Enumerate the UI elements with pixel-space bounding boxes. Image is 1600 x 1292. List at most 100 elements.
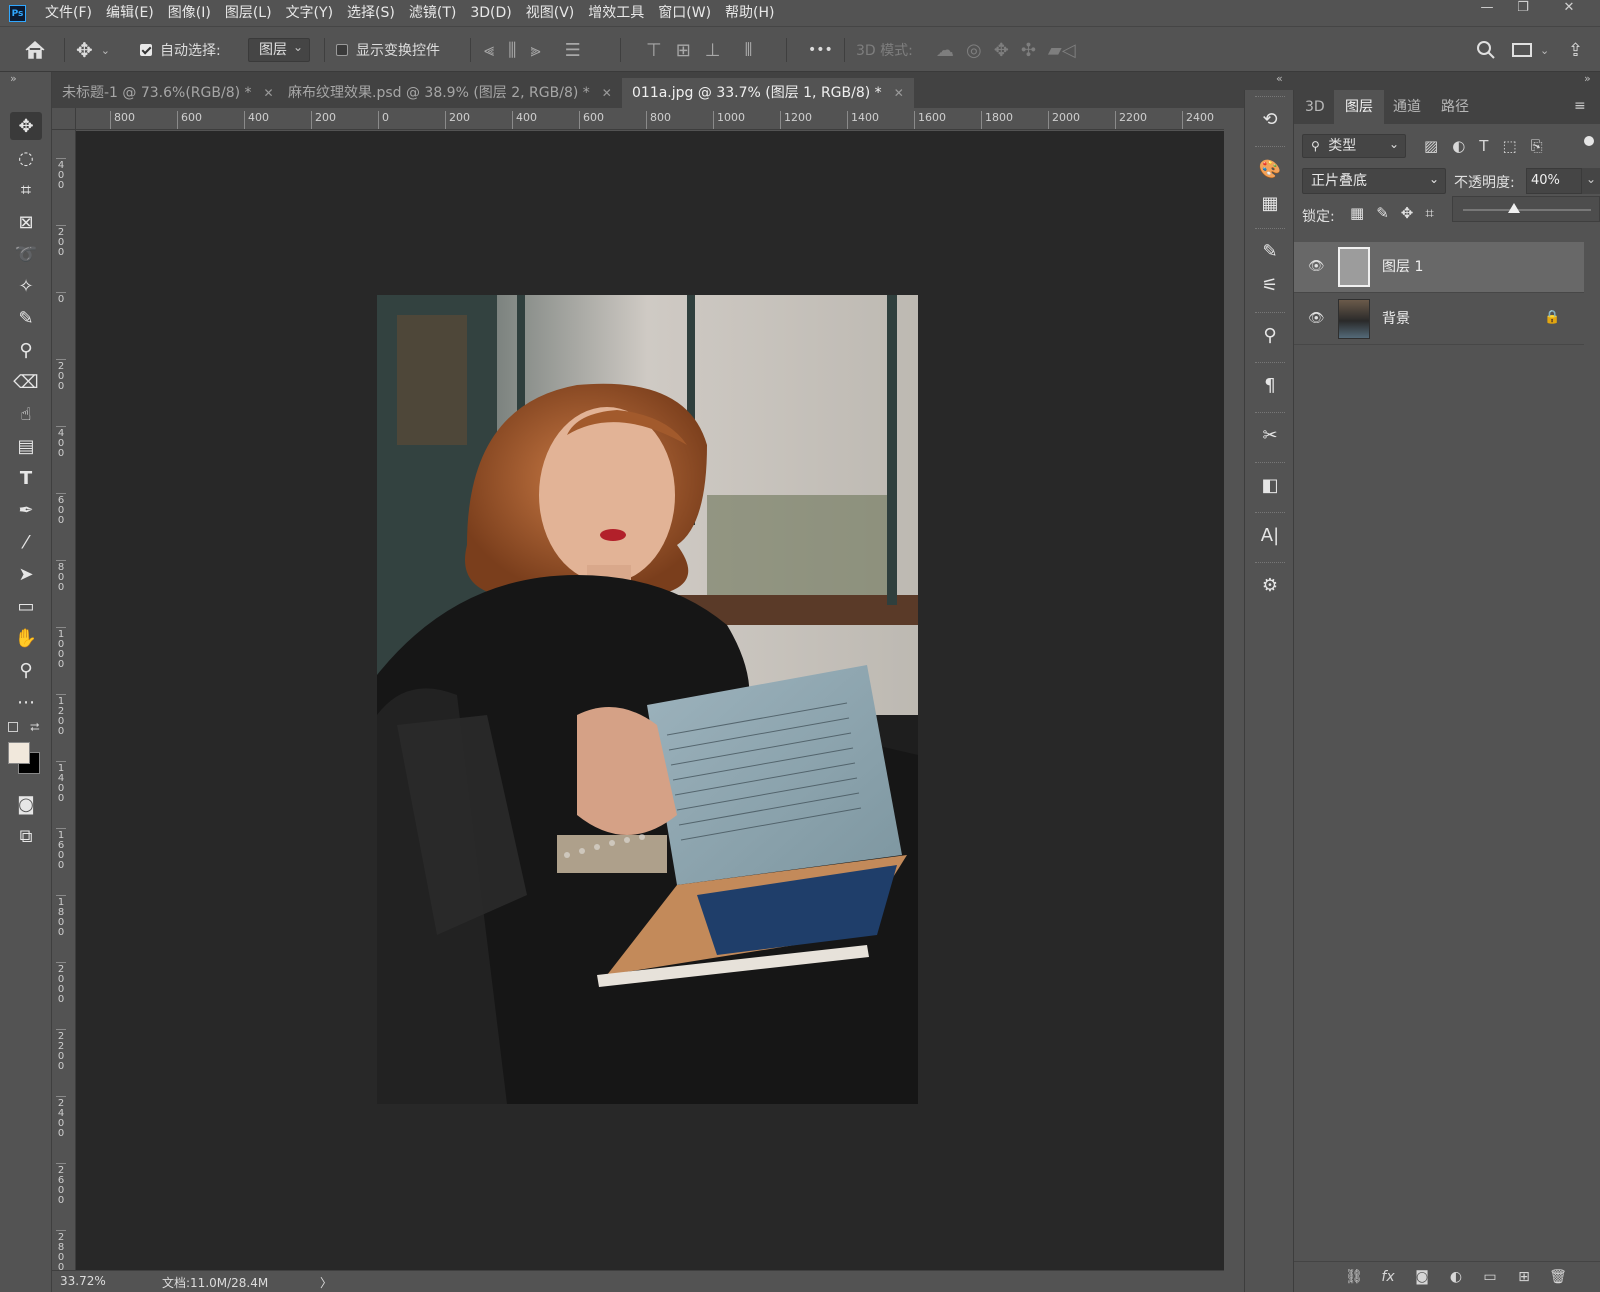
align-middle-v-icon[interactable]: ⊞ bbox=[676, 40, 691, 61]
menu-item[interactable]: 图像(I) bbox=[161, 0, 218, 26]
stamp-tool-icon[interactable]: ⚲ bbox=[10, 336, 42, 364]
layer-filter-dropdown[interactable]: ⚲ 类型 ⌄ bbox=[1302, 134, 1406, 158]
tab-011a[interactable]: 011a.jpg @ 33.7% (图层 1, RGB/8) * ✕ bbox=[622, 78, 914, 108]
slide-3d-icon[interactable]: ✣ bbox=[1021, 40, 1036, 61]
gradient-tool-icon[interactable]: ▤ bbox=[10, 432, 42, 460]
tab-channels[interactable]: 通道 bbox=[1382, 90, 1432, 124]
smudge-tool-icon[interactable]: ☝ bbox=[10, 400, 42, 428]
zoom-level[interactable]: 33.72% bbox=[60, 1274, 106, 1288]
move-tool-preset[interactable]: ✥ ⌄ bbox=[76, 27, 110, 73]
brushes-panel-icon[interactable]: ⚟ bbox=[1253, 270, 1287, 300]
menu-item[interactable]: 选择(S) bbox=[340, 0, 402, 26]
status-menu-arrow[interactable]: 〉 bbox=[320, 1274, 332, 1291]
paragraph-panel-icon[interactable]: ¶ bbox=[1253, 370, 1287, 400]
filter-toggle-icon[interactable] bbox=[1584, 136, 1594, 146]
menu-item[interactable]: 帮助(H) bbox=[718, 0, 781, 26]
lock-transparency-icon[interactable]: ▦ bbox=[1350, 204, 1364, 222]
tab-linen-texture[interactable]: 麻布纹理效果.psd @ 38.9% (图层 2, RGB/8) * ✕ bbox=[278, 78, 622, 108]
lock-pixels-icon[interactable]: ✎ bbox=[1376, 204, 1389, 222]
character-panel-icon[interactable]: A| bbox=[1253, 520, 1287, 550]
adjustments-panel-icon[interactable]: ⚙ bbox=[1253, 570, 1287, 600]
close-tab-icon[interactable]: ✕ bbox=[602, 86, 612, 100]
adjustment-filter-icon[interactable]: ◐ bbox=[1452, 137, 1465, 155]
align-center-h-icon[interactable]: ⫼ bbox=[508, 40, 516, 61]
swatches-panel-icon[interactable]: ▦ bbox=[1253, 188, 1287, 218]
vertical-ruler[interactable]: 4 0 0 2 0 0 0 2 0 0 4 0 0 6 0 0 8 0 0 1 0 0 0 1 … bbox=[52, 130, 76, 1273]
brush-settings-icon[interactable]: ✎ bbox=[1253, 236, 1287, 266]
move-tool-icon[interactable]: ✥ bbox=[10, 112, 42, 140]
menu-item[interactable]: 视图(V) bbox=[519, 0, 582, 26]
home-button[interactable] bbox=[24, 27, 46, 73]
tab-3d[interactable]: 3D bbox=[1294, 90, 1336, 124]
more-tools-icon[interactable]: ⋯ bbox=[10, 688, 42, 716]
tab-layers[interactable]: 图层 bbox=[1334, 90, 1384, 124]
menu-item[interactable]: 文字(Y) bbox=[279, 0, 340, 26]
pen-tool-icon[interactable]: ✒ bbox=[10, 496, 42, 524]
eraser-tool-icon[interactable]: ⌫ bbox=[10, 368, 42, 396]
default-colors-icon[interactable] bbox=[8, 722, 18, 732]
magic-wand-tool-icon[interactable]: ✧ bbox=[10, 272, 42, 300]
screen-mode-icon[interactable]: ⧉ bbox=[10, 822, 42, 850]
auto-select-check-icon[interactable] bbox=[140, 44, 152, 56]
swap-colors-icon[interactable]: ⮂ bbox=[30, 720, 40, 735]
layer-row-layer-1[interactable]: 👁 图层 1 bbox=[1294, 242, 1584, 293]
path-select-tool-icon[interactable]: ➤ bbox=[10, 560, 42, 588]
opacity-dropdown-icon[interactable]: ⌄ bbox=[1582, 168, 1600, 194]
menu-item[interactable]: 文件(F) bbox=[38, 0, 99, 26]
quick-mask-icon[interactable]: ◙ bbox=[10, 790, 42, 818]
horizontal-ruler[interactable]: 800 600 400 200 0 200 400 600 800 1000 1200 1400 160… bbox=[76, 108, 1224, 130]
show-transform-check-icon[interactable] bbox=[336, 44, 348, 56]
libraries-panel-icon[interactable]: ◧ bbox=[1253, 470, 1287, 500]
collapse-toolbar-icon[interactable]: » bbox=[10, 72, 17, 85]
type-tool-icon[interactable]: T bbox=[10, 464, 42, 492]
lock-artboard-icon[interactable]: ⌗ bbox=[1425, 204, 1433, 222]
close-tab-icon[interactable]: ✕ bbox=[894, 86, 904, 100]
orbit-3d-icon[interactable]: ☁ bbox=[936, 40, 954, 61]
brush-tool-icon[interactable]: ✎ bbox=[10, 304, 42, 332]
shape-filter-icon[interactable]: ⬚ bbox=[1502, 137, 1516, 155]
lasso-tool-icon[interactable]: ➰ bbox=[10, 240, 42, 268]
close-button[interactable]: ✕ bbox=[1552, 0, 1586, 18]
new-adjustment-layer-icon[interactable]: ◐ bbox=[1446, 1268, 1466, 1286]
panel-menu-icon[interactable]: ≡ bbox=[1574, 98, 1586, 114]
auto-select-target-dropdown[interactable]: 图层 bbox=[248, 36, 310, 62]
align-left-icon[interactable]: ⫷ bbox=[484, 40, 494, 61]
clone-source-icon[interactable]: ⚲ bbox=[1253, 320, 1287, 350]
type-filter-icon[interactable]: T bbox=[1479, 137, 1488, 155]
share-button[interactable]: ⇪ bbox=[1568, 27, 1583, 73]
align-bottom-icon[interactable]: ⊥ bbox=[705, 40, 721, 61]
pan-3d-icon[interactable]: ✥ bbox=[994, 40, 1009, 61]
frame-tool-icon[interactable]: ⊠ bbox=[10, 208, 42, 236]
show-transform-checkbox[interactable]: 显示变换控件 bbox=[336, 27, 440, 73]
align-right-icon[interactable]: ⫸ bbox=[530, 40, 540, 61]
search-button[interactable] bbox=[1476, 27, 1496, 73]
restore-button[interactable]: ❐ bbox=[1506, 0, 1540, 18]
tab-untitled-1[interactable]: 未标题-1 @ 73.6%(RGB/8) * ✕ bbox=[52, 78, 284, 108]
auto-select-checkbox[interactable]: 自动选择: bbox=[140, 27, 221, 73]
foreground-color-swatch[interactable] bbox=[8, 742, 30, 764]
menu-item[interactable]: 图层(L) bbox=[218, 0, 279, 26]
tab-paths[interactable]: 路径 bbox=[1430, 90, 1480, 124]
pixel-filter-icon[interactable]: ▨ bbox=[1424, 137, 1438, 155]
eye-icon[interactable]: 👁 bbox=[1308, 259, 1325, 275]
collapse-dock-icon[interactable]: « bbox=[1276, 72, 1283, 85]
menu-item[interactable]: 滤镜(T) bbox=[402, 0, 463, 26]
add-mask-icon[interactable]: ◙ bbox=[1412, 1268, 1432, 1286]
layer-name[interactable]: 背景 bbox=[1382, 294, 1410, 344]
document-image[interactable] bbox=[377, 295, 918, 1104]
close-tab-icon[interactable]: ✕ bbox=[264, 86, 274, 100]
new-group-icon[interactable]: ▭ bbox=[1480, 1268, 1500, 1286]
crop-tool-icon[interactable]: ⌗ bbox=[10, 176, 42, 204]
marquee-tool-icon[interactable]: ◌ bbox=[10, 144, 42, 172]
layer-name[interactable]: 图层 1 bbox=[1382, 242, 1423, 292]
workspace-button[interactable]: ⌄ bbox=[1512, 27, 1549, 73]
opacity-slider-thumb[interactable] bbox=[1508, 203, 1521, 213]
layer-style-icon[interactable]: fx bbox=[1378, 1268, 1398, 1286]
menu-item[interactable]: 窗口(W) bbox=[651, 0, 718, 26]
opacity-slider-track[interactable] bbox=[1463, 209, 1591, 211]
eye-icon[interactable]: 👁 bbox=[1308, 311, 1325, 327]
rectangle-tool-icon[interactable]: ▭ bbox=[10, 592, 42, 620]
minimize-button[interactable]: — bbox=[1470, 0, 1504, 18]
more-options-button[interactable]: ••• bbox=[808, 27, 833, 73]
distribute-h-icon[interactable]: ⦀ bbox=[744, 40, 752, 61]
